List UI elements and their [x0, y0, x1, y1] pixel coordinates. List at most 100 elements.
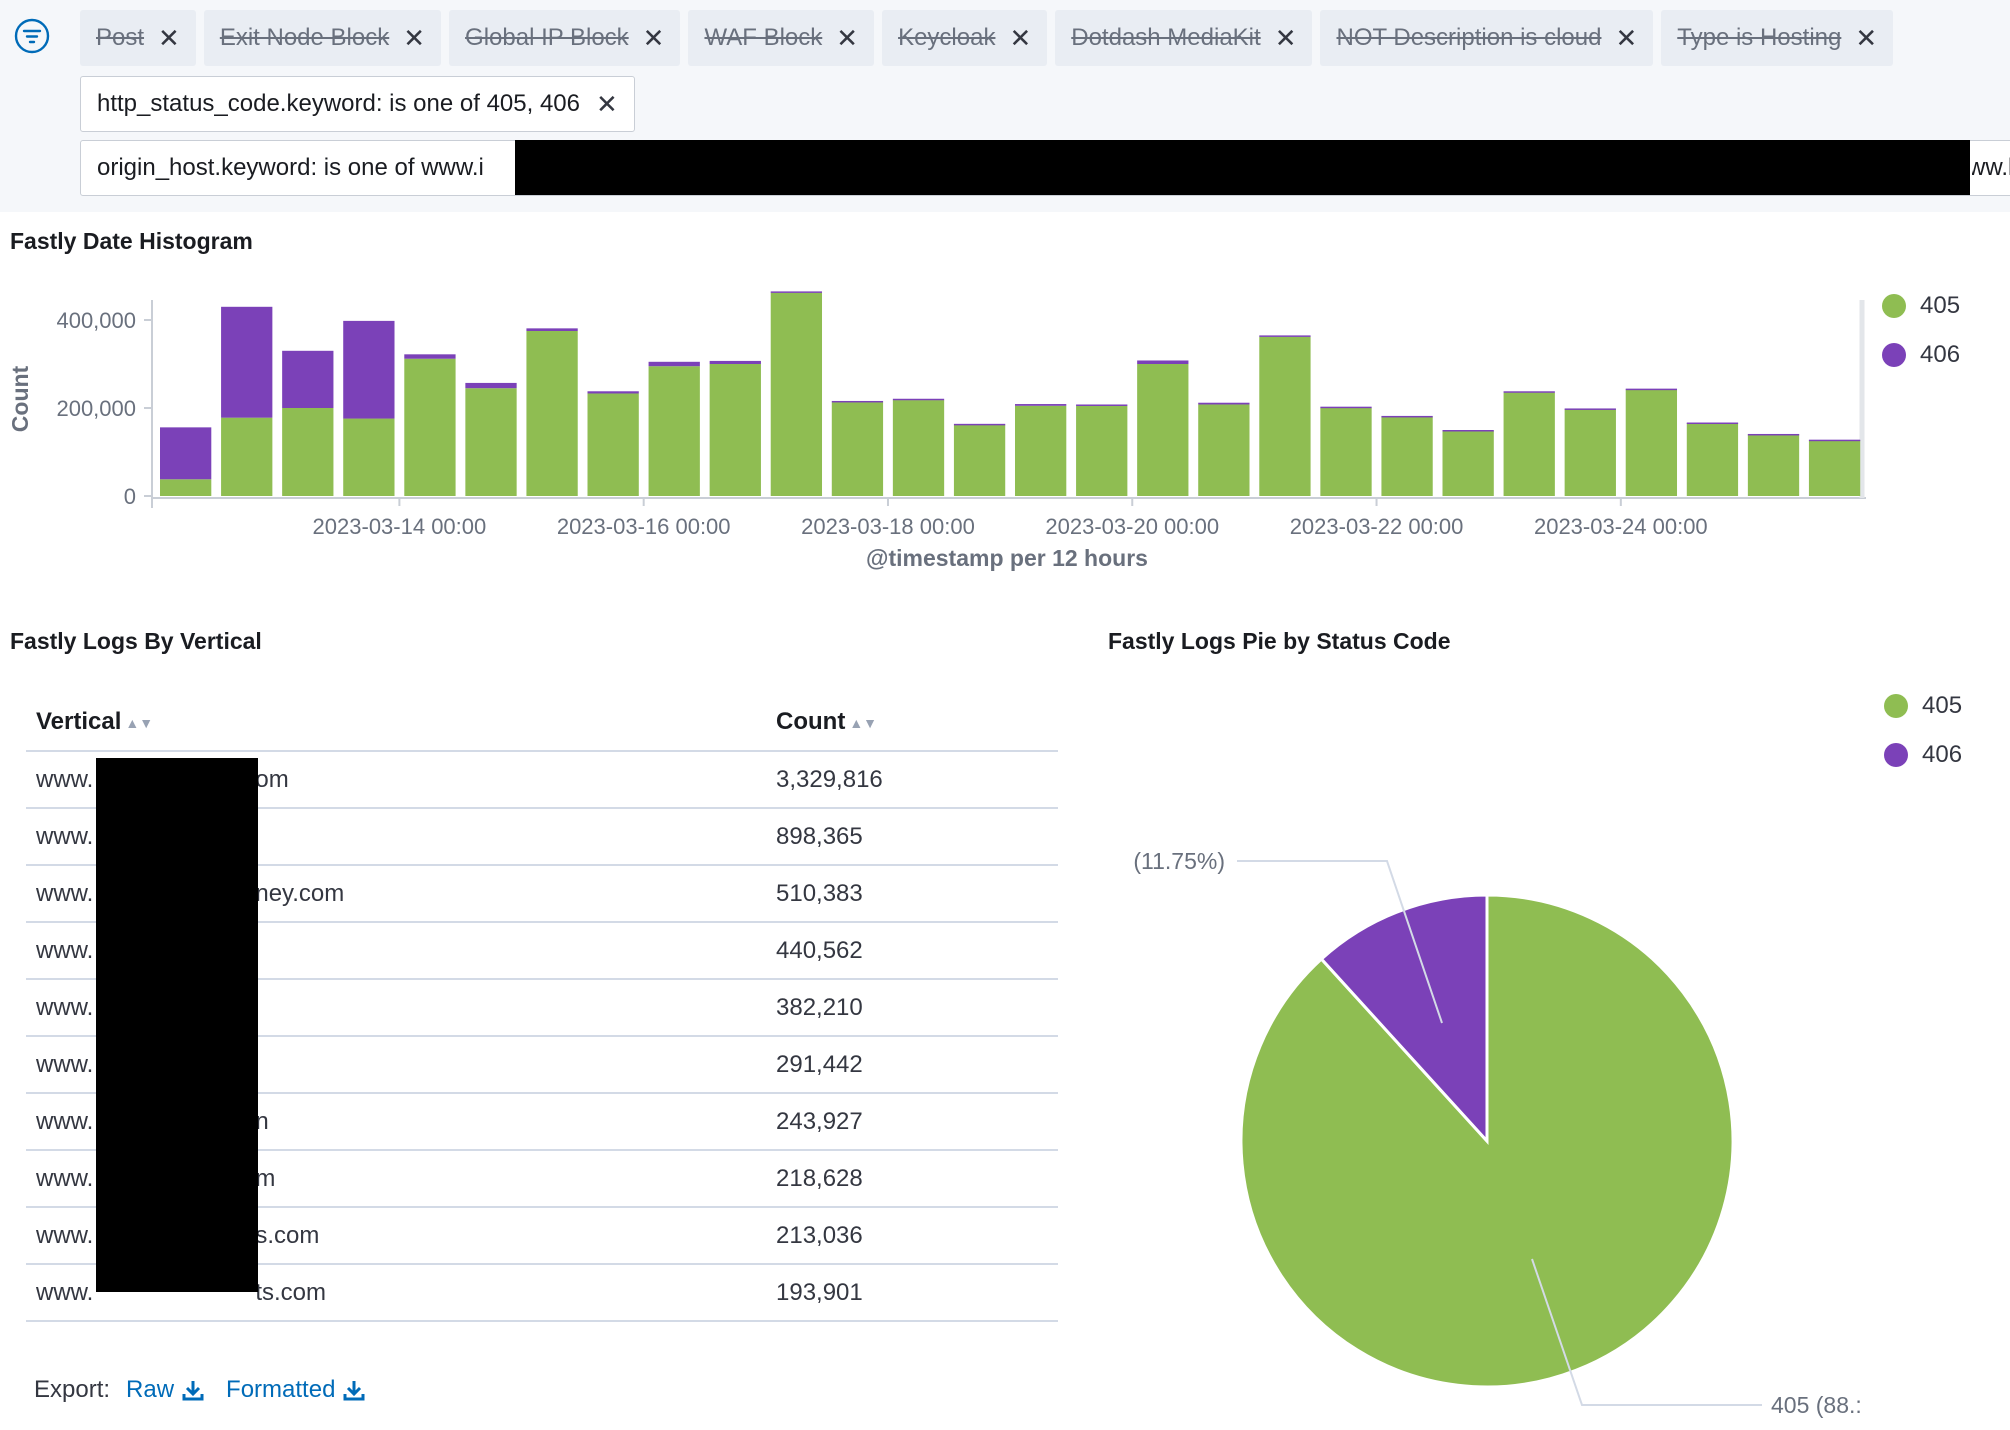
bar-405[interactable]	[648, 366, 700, 496]
bar-406[interactable]	[404, 354, 456, 359]
pie-legend-406[interactable]: 406	[1884, 741, 1962, 769]
bar-406[interactable]	[709, 360, 761, 364]
legend-dot-405	[1882, 294, 1906, 318]
sort-icon[interactable]: ▲▼	[125, 715, 153, 731]
filter-menu-icon[interactable]	[14, 18, 50, 54]
bar-405[interactable]	[1137, 364, 1189, 496]
bar-406[interactable]	[1259, 335, 1311, 337]
filter-pill-label: Type is Hosting	[1677, 24, 1842, 51]
bar-405[interactable]	[1442, 430, 1494, 496]
bar-406[interactable]	[770, 291, 823, 293]
bar-406[interactable]	[221, 306, 273, 418]
bar-406[interactable]	[587, 391, 639, 394]
bar-405[interactable]	[1686, 422, 1739, 496]
bar-406[interactable]	[892, 398, 945, 401]
filter-pill-label: Keycloak	[898, 24, 996, 51]
bar-405[interactable]	[465, 388, 517, 496]
remove-filter-icon[interactable]: ✕	[1615, 25, 1637, 51]
disabled-filter-pill[interactable]: WAF Block ✕	[688, 10, 875, 66]
bar-406[interactable]	[1686, 422, 1739, 425]
disabled-filter-pill[interactable]: Exit Node Block ✕	[203, 10, 442, 66]
bar-405[interactable]	[343, 418, 395, 496]
bar-405[interactable]	[587, 393, 639, 496]
disabled-filter-pill[interactable]: NOT Description is cloud ✕	[1320, 10, 1654, 66]
bar-405[interactable]	[160, 479, 212, 496]
bar-405[interactable]	[1625, 389, 1678, 496]
remove-filter-icon[interactable]: ✕	[1275, 25, 1297, 51]
disabled-filter-pill[interactable]: Dotdash MediaKit ✕	[1055, 10, 1313, 66]
bar-406[interactable]	[1503, 391, 1555, 393]
remove-filter-icon[interactable]: ✕	[158, 25, 180, 51]
pie-legend-405[interactable]: 405	[1884, 692, 1962, 720]
status-code-filter-pill[interactable]: http_status_code.keyword: is one of 405,…	[80, 76, 635, 132]
bar-405[interactable]	[221, 417, 273, 496]
bar-405[interactable]	[1381, 416, 1433, 496]
histogram-legend-406[interactable]: 406	[1882, 341, 1960, 369]
bar-405[interactable]	[1259, 336, 1311, 496]
bar-406[interactable]	[160, 427, 212, 480]
vertical-header-label: Vertical	[36, 708, 122, 735]
bar-405[interactable]	[770, 292, 823, 496]
bar-405[interactable]	[709, 364, 761, 496]
bar-406[interactable]	[1625, 388, 1678, 391]
export-raw-link[interactable]: Raw	[126, 1376, 204, 1404]
x-tick-label: 2023-03-22 00:00	[1290, 514, 1464, 539]
bar-405[interactable]	[1320, 408, 1372, 496]
bar-406[interactable]	[1808, 439, 1861, 442]
sort-icon[interactable]: ▲▼	[849, 715, 877, 731]
count-cell: 898,365	[766, 808, 1058, 866]
bar-406[interactable]	[282, 350, 334, 408]
bar-406[interactable]	[1076, 404, 1128, 406]
pie-title: Fastly Logs Pie by Status Code	[1108, 628, 1451, 654]
bar-405[interactable]	[1503, 392, 1555, 496]
bar-406[interactable]	[1198, 402, 1250, 405]
x-tick-label: 2023-03-14 00:00	[313, 514, 487, 539]
bar-406[interactable]	[1137, 360, 1189, 364]
count-column-header[interactable]: Count ▲▼	[766, 694, 1058, 752]
bar-406[interactable]	[1015, 404, 1067, 406]
disabled-filter-pill[interactable]: Post ✕	[80, 10, 196, 66]
vertical-column-header[interactable]: Vertical ▲▼	[26, 694, 766, 752]
remove-filter-icon[interactable]: ✕	[1009, 25, 1031, 51]
vertical-prefix: www.	[36, 822, 94, 850]
remove-filter-icon[interactable]: ✕	[403, 25, 425, 51]
bar-405[interactable]	[526, 331, 578, 496]
bar-406[interactable]	[1320, 406, 1372, 409]
bar-406[interactable]	[526, 328, 578, 331]
disabled-filter-pill[interactable]: Global IP Block ✕	[449, 10, 681, 66]
bar-405[interactable]	[892, 400, 945, 496]
bar-405[interactable]	[953, 424, 1006, 496]
remove-filter-icon[interactable]: ✕	[836, 25, 858, 51]
bar-406[interactable]	[1747, 433, 1800, 436]
histogram-legend-405[interactable]: 405	[1882, 292, 1960, 320]
vertical-suffix: ts.com	[255, 1278, 327, 1306]
bar-406[interactable]	[953, 423, 1006, 426]
legend-dot-406	[1882, 343, 1906, 367]
bar-405[interactable]	[282, 408, 334, 496]
vertical-prefix: www.	[36, 1164, 94, 1192]
bar-406[interactable]	[1564, 408, 1616, 410]
bar-405[interactable]	[831, 402, 884, 496]
x-tick-label: 2023-03-20 00:00	[1045, 514, 1219, 539]
bar-405[interactable]	[1198, 404, 1250, 496]
remove-filter-icon[interactable]: ✕	[643, 25, 665, 51]
count-cell: 382,210	[766, 979, 1058, 1037]
bar-406[interactable]	[648, 361, 700, 367]
bar-405[interactable]	[1015, 405, 1067, 496]
count-cell: 218,628	[766, 1150, 1058, 1208]
bar-406[interactable]	[1442, 430, 1494, 432]
disabled-filter-pill[interactable]: Type is Hosting ✕	[1661, 10, 1894, 66]
export-formatted-link[interactable]: Formatted	[226, 1376, 365, 1404]
remove-filter-icon[interactable]: ✕	[596, 91, 618, 117]
bar-405[interactable]	[1564, 409, 1616, 496]
remove-filter-icon[interactable]: ✕	[1855, 25, 1877, 51]
bar-406[interactable]	[1381, 415, 1433, 418]
bar-406[interactable]	[343, 320, 395, 419]
bar-406[interactable]	[465, 382, 517, 389]
bar-406[interactable]	[831, 400, 884, 403]
bar-405[interactable]	[1076, 405, 1128, 496]
disabled-filter-pill[interactable]: Keycloak ✕	[882, 10, 1048, 66]
bar-405[interactable]	[1808, 440, 1861, 496]
bar-405[interactable]	[404, 358, 456, 496]
bar-405[interactable]	[1747, 434, 1800, 496]
